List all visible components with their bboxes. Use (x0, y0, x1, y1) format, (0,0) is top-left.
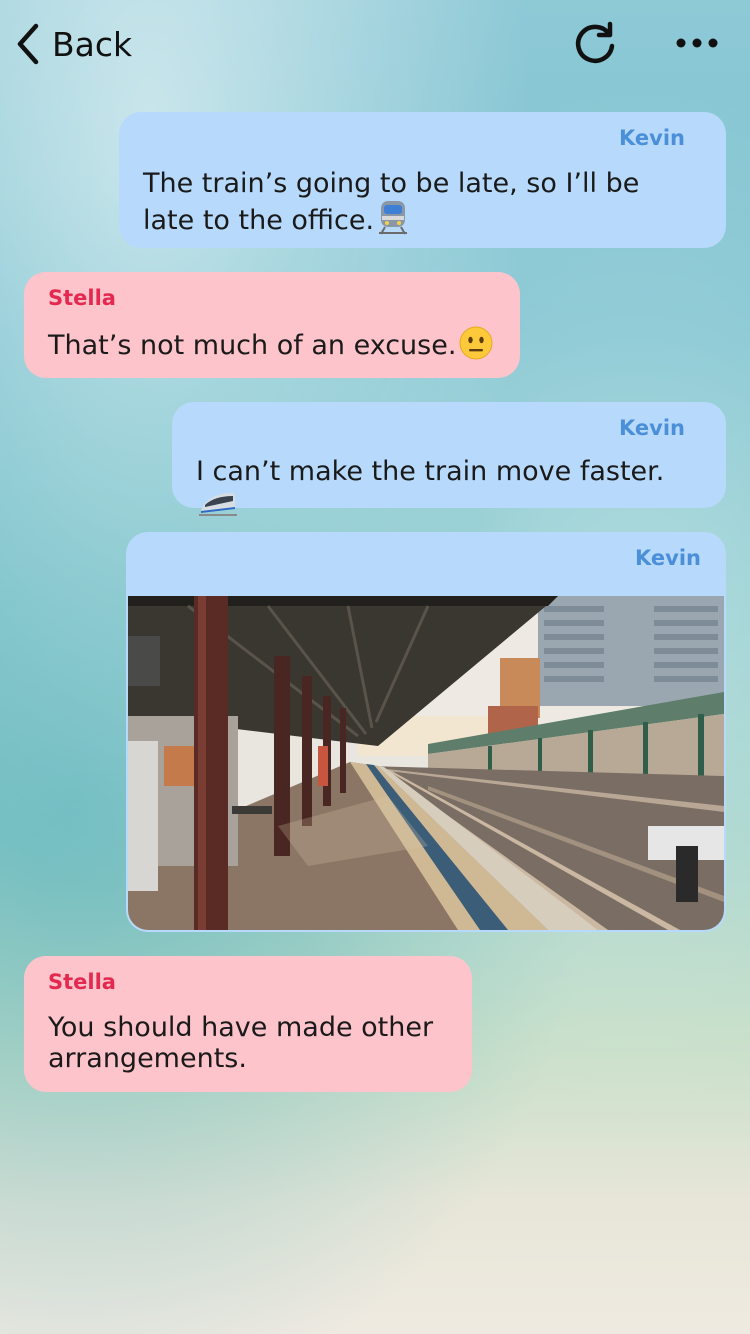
sender-name: Stella (48, 970, 116, 994)
back-label: Back (52, 24, 133, 64)
train-station-platform-photo[interactable] (128, 596, 724, 930)
sender-name: Kevin (635, 546, 701, 570)
train-emoji (377, 199, 409, 242)
back-button[interactable]: Back (14, 22, 132, 66)
message-bubble-kevin[interactable]: Kevin I can’t make the train move faster… (172, 402, 726, 516)
message-bubble-stella[interactable]: Stella You should have made other arrang… (24, 956, 472, 1092)
more-dots-icon[interactable] (672, 26, 722, 60)
sender-name: Kevin (619, 126, 685, 150)
image-message-bubble-kevin[interactable]: Kevin (126, 532, 726, 932)
message-bubble-kevin[interactable]: Kevin The train’s going to be late, so I… (119, 112, 726, 248)
chevron-left-icon (17, 23, 39, 65)
bullet-train-emoji (199, 487, 237, 524)
refresh-icon[interactable] (572, 20, 618, 66)
top-bar: Back (0, 0, 750, 90)
sender-name: Stella (48, 286, 116, 310)
message-bubble-stella[interactable]: Stella That’s not much of an excuse. (24, 272, 520, 378)
message-text: You should have made other arrangements. (48, 1012, 434, 1074)
neutral-face-emoji (459, 326, 493, 367)
message-text: That’s not much of an excuse. (48, 326, 496, 367)
message-text: I can’t make the train move faster. (196, 456, 685, 524)
sender-name: Kevin (619, 416, 685, 440)
message-text: The train’s going to be late, so I’ll be… (143, 168, 685, 242)
